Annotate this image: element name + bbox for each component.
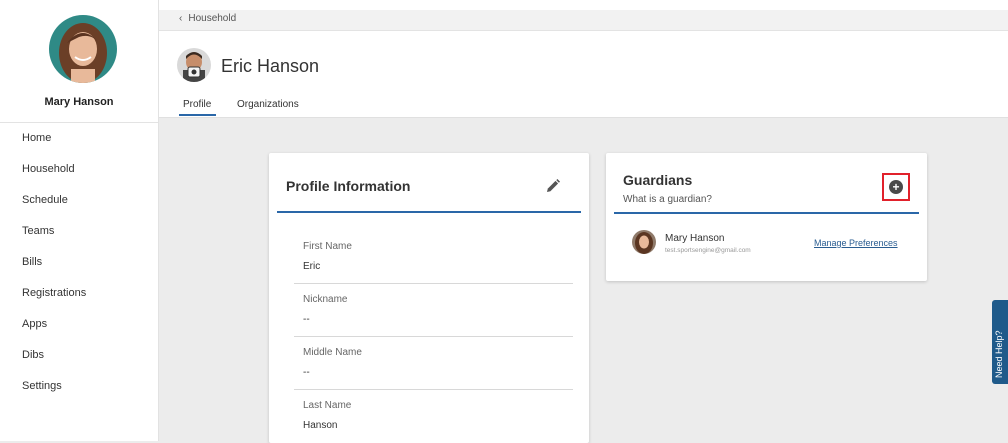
guardians-card: Guardians What is a guardian? + Mary Han… — [606, 153, 927, 281]
field-divider — [294, 283, 573, 284]
profile-information-card: Profile Information First Name Eric Nick… — [269, 153, 589, 443]
profile-card-rule — [277, 211, 581, 213]
last-name-label: Last Name — [303, 400, 352, 411]
sidebar-item-registrations[interactable]: Registrations — [0, 278, 158, 309]
what-is-guardian-link[interactable]: What is a guardian? — [623, 194, 712, 205]
first-name-label: First Name — [303, 241, 352, 252]
need-help-label: Need Help? — [994, 330, 1004, 378]
pencil-icon[interactable] — [545, 178, 561, 194]
last-name-field: Last Name Hanson — [303, 400, 573, 431]
breadcrumb-bar: ‹ Household — [159, 10, 1008, 31]
person-avatar — [177, 48, 211, 82]
middle-name-label: Middle Name — [303, 347, 362, 358]
sidebar-item-teams[interactable]: Teams — [0, 216, 158, 247]
sidebar-item-bills[interactable]: Bills — [0, 247, 158, 278]
first-name-field: First Name Eric — [303, 241, 573, 272]
guardian-name: Mary Hanson — [665, 233, 725, 244]
sidebar-item-dibs[interactable]: Dibs — [0, 340, 158, 371]
guardian-email: test.sportsengine@gmail.com — [665, 247, 751, 254]
need-help-tab[interactable]: Need Help? — [992, 300, 1008, 384]
active-tab-indicator — [179, 114, 216, 116]
nickname-field: Nickname -- — [303, 294, 573, 325]
nickname-value: -- — [303, 314, 310, 325]
field-divider — [294, 389, 573, 390]
guardians-card-title: Guardians — [623, 172, 693, 188]
page-header: ‹ Household Eric Hanson Profile Organizat… — [159, 0, 1008, 118]
middle-name-value: -- — [303, 367, 310, 378]
sidebar-item-home[interactable]: Home — [0, 123, 158, 154]
add-guardian-button[interactable]: + — [882, 173, 910, 201]
sidebar-item-apps[interactable]: Apps — [0, 309, 158, 340]
sidebar-item-household[interactable]: Household — [0, 154, 158, 185]
user-avatar[interactable] — [49, 15, 117, 83]
last-name-value: Hanson — [303, 420, 338, 431]
guardians-card-rule — [614, 212, 919, 214]
plus-circle-icon: + — [889, 180, 903, 194]
field-divider — [294, 336, 573, 337]
sidebar-item-settings[interactable]: Settings — [0, 371, 158, 402]
user-name: Mary Hanson — [44, 96, 114, 108]
guardian-avatar — [632, 230, 656, 254]
tab-organizations[interactable]: Organizations — [237, 99, 299, 110]
breadcrumb-label: Household — [188, 13, 237, 24]
profile-card-title: Profile Information — [286, 178, 411, 194]
first-name-value: Eric — [303, 261, 321, 272]
sidebar: Mary Hanson Home Household Schedule Team… — [0, 0, 159, 441]
header-divider — [159, 117, 1008, 118]
chevron-left-icon: ‹ — [179, 13, 183, 24]
sidebar-item-schedule[interactable]: Schedule — [0, 185, 158, 216]
manage-preferences-link[interactable]: Manage Preferences — [814, 238, 898, 248]
middle-name-field: Middle Name -- — [303, 347, 573, 378]
tab-profile[interactable]: Profile — [183, 99, 211, 110]
breadcrumb-back-link[interactable]: ‹ Household — [179, 13, 236, 24]
sidebar-nav: Home Household Schedule Teams Bills Regi… — [0, 123, 158, 402]
nickname-label: Nickname — [303, 294, 348, 305]
page-title: Eric Hanson — [221, 56, 320, 76]
